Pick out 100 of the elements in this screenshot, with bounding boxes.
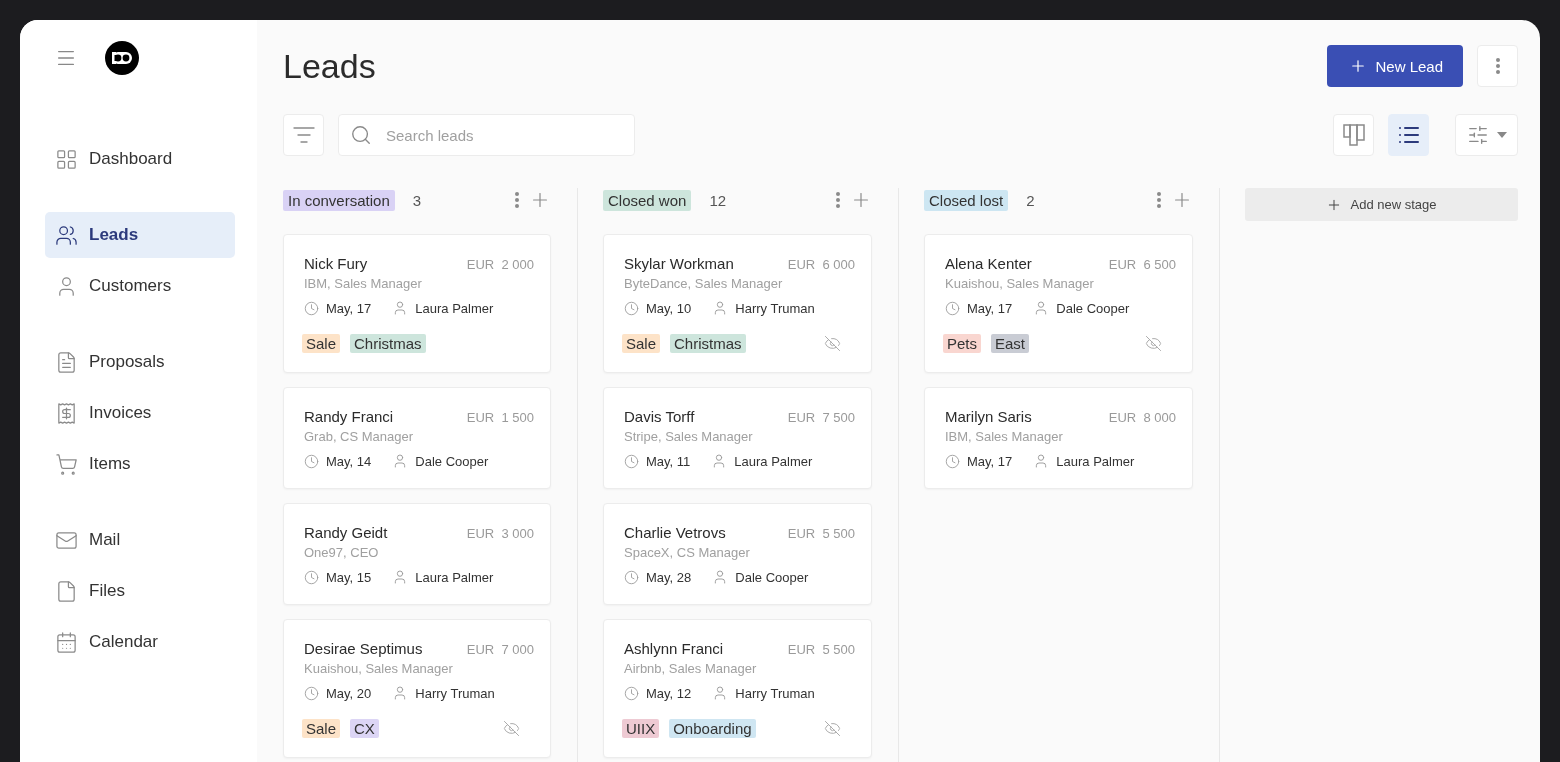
lead-company: IBM, Sales Manager (945, 429, 1064, 444)
new-lead-button[interactable]: New Lead (1327, 45, 1463, 87)
lead-name: Skylar Workman (624, 255, 734, 272)
lead-tag: Sale (302, 334, 341, 353)
sidebar-item[interactable]: Dashboard (45, 136, 235, 182)
filter-button[interactable] (283, 114, 324, 156)
nav-icon (55, 452, 78, 476)
lead-amount: EUR 3 000 (466, 526, 534, 541)
lead-owner: Dale Cooper (735, 569, 809, 585)
lead-date: May, 17 (967, 453, 1013, 469)
lead-owner: Dale Cooper (1056, 300, 1130, 316)
lead-company: SpaceX, CS Manager (624, 545, 751, 560)
lead-company: Grab, CS Manager (304, 429, 415, 444)
lead-tag: Sale (622, 334, 661, 353)
lead-name: Ashlynn Franci (624, 640, 724, 657)
stage-count: 3 (412, 191, 423, 209)
nav-icon (55, 147, 78, 171)
clock-icon (945, 453, 960, 469)
nav-icon (55, 350, 78, 374)
clock-icon (945, 300, 960, 316)
lead-tag: Christmas (670, 334, 746, 353)
add-stage-button[interactable]: Add new stage (1245, 188, 1518, 221)
lead-date: May, 11 (646, 453, 691, 469)
lead-date: May, 14 (326, 453, 372, 469)
lead-date: May, 28 (646, 569, 692, 585)
lead-tag: CX (350, 719, 379, 738)
sliders-icon (1466, 124, 1489, 146)
stage-count: 2 (1026, 191, 1036, 209)
sidebar-item[interactable]: Leads (45, 212, 235, 258)
eye-off-icon[interactable] (503, 720, 520, 737)
lead-date: May, 17 (326, 300, 372, 316)
lead-name: Davis Torff (624, 408, 695, 425)
nav-icon (55, 630, 78, 654)
clock-icon (624, 569, 639, 585)
lead-amount: EUR 2 000 (466, 257, 534, 272)
lead-card[interactable]: Ashlynn Franci EUR 5 500 Airbnb, Sales Manager May, 12 Harry Truman UIIX Onboarding (603, 619, 872, 758)
sidebar-item[interactable]: Customers (45, 263, 235, 309)
lead-card[interactable]: Davis Torff EUR 7 500 Stripe, Sales Manager May, 11 Laura Palmer (603, 387, 872, 489)
view-toggle-button[interactable] (1388, 114, 1429, 156)
lead-card[interactable]: Randy Franci EUR 1 500 Grab, CS Manager May, 14 Dale Cooper (283, 387, 551, 489)
clock-icon (304, 300, 319, 316)
lead-card[interactable]: Alena Kenter EUR 6 500 Kuaishou, Sales Manager May, 17 Dale Cooper Pets East (924, 234, 1193, 373)
sidebar-item[interactable]: Proposals (45, 339, 235, 385)
stage-menu-button[interactable] (1157, 192, 1161, 208)
lead-owner: Harry Truman (735, 300, 815, 316)
sidebar-item[interactable]: Items (45, 441, 235, 487)
lead-amount: EUR 6 000 (787, 257, 855, 272)
lead-card[interactable]: Marilyn Saris EUR 8 000 IBM, Sales Manager May, 17 Laura Palmer (924, 387, 1193, 489)
more-icon (515, 192, 519, 208)
stage-count: 12 (709, 191, 728, 209)
settings-dropdown[interactable] (1455, 114, 1518, 156)
lead-tag: East (991, 334, 1030, 353)
lead-name: Randy Geidt (304, 524, 388, 541)
lead-tag: UIIX (622, 719, 660, 738)
eye-off-icon[interactable] (1145, 335, 1162, 352)
clock-icon (304, 569, 319, 585)
lead-date: May, 20 (326, 685, 372, 701)
lead-tag: Pets (943, 334, 981, 353)
lead-owner: Laura Palmer (1056, 453, 1135, 469)
lead-amount: EUR 8 000 (1108, 410, 1176, 425)
stage-label: In conversation (283, 189, 395, 211)
lead-amount: EUR 7 000 (466, 642, 534, 657)
lead-company: Kuaishou, Sales Manager (304, 661, 454, 676)
clock-icon (624, 300, 639, 316)
lead-card[interactable]: Skylar Workman EUR 6 000 ByteDance, Sales Manager May, 10 Harry Truman Sale Christmas (603, 234, 872, 373)
clock-icon (624, 685, 639, 701)
clock-icon (624, 453, 639, 469)
lead-name: Charlie Vetrovs (624, 524, 726, 541)
lead-company: Kuaishou, Sales Manager (945, 276, 1095, 291)
more-icon (1157, 192, 1161, 208)
lead-card[interactable]: Desirae Septimus EUR 7 000 Kuaishou, Sales Manager May, 20 Harry Truman Sale CX (283, 619, 551, 758)
lead-card[interactable]: Randy Geidt EUR 3 000 One97, CEO May, 15 Laura Palmer (283, 503, 551, 605)
sidebar-item[interactable]: Files (45, 568, 235, 614)
more-button[interactable] (1477, 45, 1518, 87)
lead-tag: Sale (302, 719, 341, 738)
lead-amount: EUR 6 500 (1108, 257, 1176, 272)
eye-off-icon[interactable] (824, 720, 841, 737)
sidebar-item[interactable]: Mail (45, 517, 235, 563)
lead-company: One97, CEO (304, 545, 380, 560)
lead-tag: Onboarding (669, 719, 756, 738)
stage-menu-button[interactable] (515, 192, 519, 208)
lead-card[interactable]: Charlie Vetrovs EUR 5 500 SpaceX, CS Manager May, 28 Dale Cooper (603, 503, 872, 605)
lead-date: May, 12 (646, 685, 692, 701)
view-toggle-button[interactable] (1333, 114, 1374, 156)
sidebar-item[interactable]: Invoices (45, 390, 235, 436)
lead-owner: Harry Truman (735, 685, 815, 701)
stage-menu-button[interactable] (836, 192, 840, 208)
eye-off-icon[interactable] (824, 335, 841, 352)
search-field[interactable]: Search leads (338, 114, 635, 156)
sidebar-item[interactable]: Calendar (45, 619, 235, 665)
nav-icon (55, 223, 78, 247)
lead-company: ByteDance, Sales Manager (624, 276, 784, 291)
more-icon (1495, 58, 1500, 74)
lead-owner: Harry Truman (415, 685, 495, 701)
lead-company: Stripe, Sales Manager (624, 429, 754, 444)
stage-label: Closed lost (924, 189, 1009, 211)
lead-card[interactable]: Nick Fury EUR 2 000 IBM, Sales Manager May, 17 Laura Palmer Sale Christmas (283, 234, 551, 373)
search-icon (350, 124, 372, 146)
lead-owner: Laura Palmer (415, 300, 494, 316)
logo-icon (105, 41, 139, 75)
